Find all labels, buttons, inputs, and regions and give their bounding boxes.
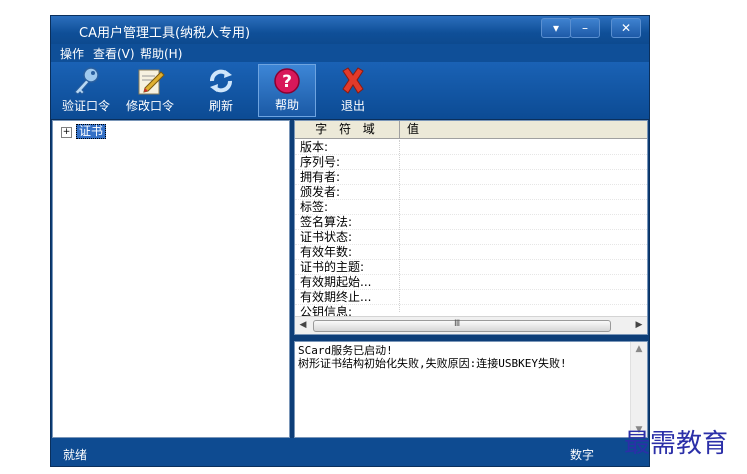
column-header-value[interactable]: 值 — [407, 121, 419, 138]
exit-button[interactable]: 退出 — [324, 64, 382, 117]
window-title: CA用户管理工具(纳税人专用) — [79, 26, 251, 41]
column-header-field[interactable]: 字 符 域 — [295, 121, 400, 138]
log-line: 树形证书结构初始化失败,失败原因:连接USBKEY失败! — [298, 357, 567, 370]
log-lines: SCard服务已启动! 树形证书结构初始化失败,失败原因:连接USBKEY失败! — [298, 344, 567, 370]
menu-view[interactable]: 查看(V) — [93, 45, 135, 62]
change-password-button[interactable]: 修改口令 — [121, 64, 179, 117]
refresh-label: 刷新 — [208, 99, 233, 113]
app-window: CA用户管理工具(纳税人专用) ▾ – ✕ 操作 查看(V) 帮助(H) 验证口… — [50, 15, 650, 467]
refresh-button[interactable]: 刷新 — [192, 64, 250, 117]
refresh-icon — [210, 69, 232, 93]
status-ready: 就绪 — [63, 448, 88, 462]
exit-label: 退出 — [340, 99, 365, 113]
properties-rows: 版本: 序列号: 拥有者: 颁发者: 标签: 签名算法: 证书状态: 有效年数:… — [295, 140, 647, 320]
key-icon — [74, 67, 99, 95]
help-icon: ? — [274, 68, 300, 94]
properties-header: 字 符 域 值 — [295, 121, 647, 139]
menu-operate[interactable]: 操作 — [60, 45, 84, 62]
property-row[interactable]: 有效期终止... — [295, 290, 647, 305]
property-row[interactable]: 版本: — [295, 140, 647, 155]
minimize-button[interactable]: – — [570, 18, 600, 38]
properties-list[interactable]: 字 符 域 值 版本: 序列号: 拥有者: 颁发者: 标签: 签名算法: 证书状… — [294, 120, 648, 335]
close-button[interactable]: ✕ — [611, 18, 641, 38]
change-password-label: 修改口令 — [125, 99, 174, 113]
property-row[interactable]: 标签: — [295, 200, 647, 215]
toolbar: 验证口令 修改口令 刷新 ? 帮助 退出 — [51, 62, 649, 120]
exit-icon — [342, 67, 364, 94]
log-line: SCard服务已启动! — [298, 344, 393, 357]
scroll-right-icon[interactable]: ▶ — [633, 319, 645, 331]
scroll-left-icon[interactable]: ◀ — [297, 319, 309, 331]
property-row[interactable]: 序列号: — [295, 155, 647, 170]
status-bar: 就绪 数字 — [51, 438, 649, 466]
verify-password-label: 验证口令 — [61, 99, 110, 113]
tree-node-certificate[interactable]: 证书 — [76, 124, 107, 139]
status-numlock: 数字 — [569, 448, 594, 462]
svg-text:?: ? — [282, 72, 292, 92]
scroll-thumb[interactable]: Ⅲ — [313, 319, 611, 332]
menu-dropdown-button[interactable]: ▾ — [541, 18, 571, 38]
help-button[interactable]: ? 帮助 — [258, 64, 316, 117]
title-bar[interactable]: CA用户管理工具(纳税人专用) ▾ – ✕ — [51, 16, 649, 44]
certificate-tree[interactable]: + 证书 — [52, 120, 290, 438]
property-row[interactable]: 签名算法: — [295, 215, 647, 230]
help-label: 帮助 — [274, 98, 299, 112]
verify-password-button[interactable]: 验证口令 — [57, 64, 115, 117]
property-row[interactable]: 有效年数: — [295, 245, 647, 260]
horizontal-scrollbar[interactable]: ◀ Ⅲ ▶ — [295, 316, 647, 334]
property-row[interactable]: 颁发者: — [295, 185, 647, 200]
log-panel[interactable]: SCard服务已启动! 树形证书结构初始化失败,失败原因:连接USBKEY失败!… — [294, 341, 648, 438]
property-row[interactable]: 证书的主题: — [295, 260, 647, 275]
property-row[interactable]: 证书状态: — [295, 230, 647, 245]
tree-expander[interactable]: + — [61, 127, 72, 138]
edit-icon — [138, 69, 165, 95]
watermark-text: 最需教育 — [624, 429, 729, 459]
property-row[interactable]: 拥有者: — [295, 170, 647, 185]
property-row[interactable]: 有效期起始... — [295, 275, 647, 290]
menu-bar: 操作 查看(V) 帮助(H) — [51, 44, 649, 62]
scroll-up-icon[interactable]: ▲ — [634, 344, 644, 354]
menu-help[interactable]: 帮助(H) — [140, 45, 182, 62]
